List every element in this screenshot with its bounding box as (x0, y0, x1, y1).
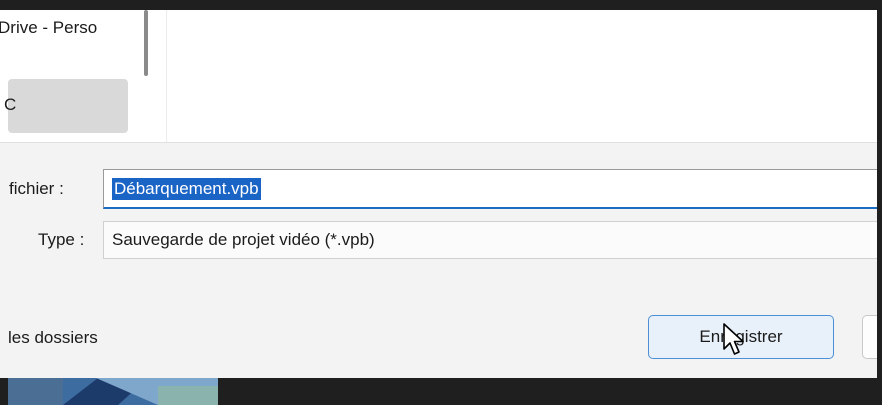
filetype-label: Type : (38, 230, 85, 249)
window-frame-top (0, 0, 882, 10)
filename-label: fichier : (9, 179, 64, 198)
filename-input-value: Débarquement.vpb (112, 178, 261, 200)
navigation-pane: Drive - Perso C (0, 10, 150, 142)
nav-item-pc-label: C (4, 95, 17, 114)
nav-scrollbar[interactable] (144, 10, 148, 76)
nav-item-onedrive-label: Drive - Perso (0, 18, 98, 37)
window-frame-right (877, 0, 882, 405)
mouse-pointer-icon (723, 323, 744, 355)
nav-item-this-pc[interactable]: C (4, 79, 128, 133)
pane-divider (166, 10, 167, 142)
filetype-select[interactable]: Sauvegarde de projet vidéo (*.vpb) (103, 221, 882, 259)
video-thumbnail (8, 378, 218, 405)
filename-input[interactable]: Débarquement.vpb (103, 169, 882, 209)
filetype-select-value: Sauvegarde de projet vidéo (*.vpb) (112, 230, 375, 249)
hide-folders-toggle[interactable]: les dossiers (8, 328, 98, 348)
nav-item-onedrive[interactable]: Drive - Perso (0, 18, 97, 38)
